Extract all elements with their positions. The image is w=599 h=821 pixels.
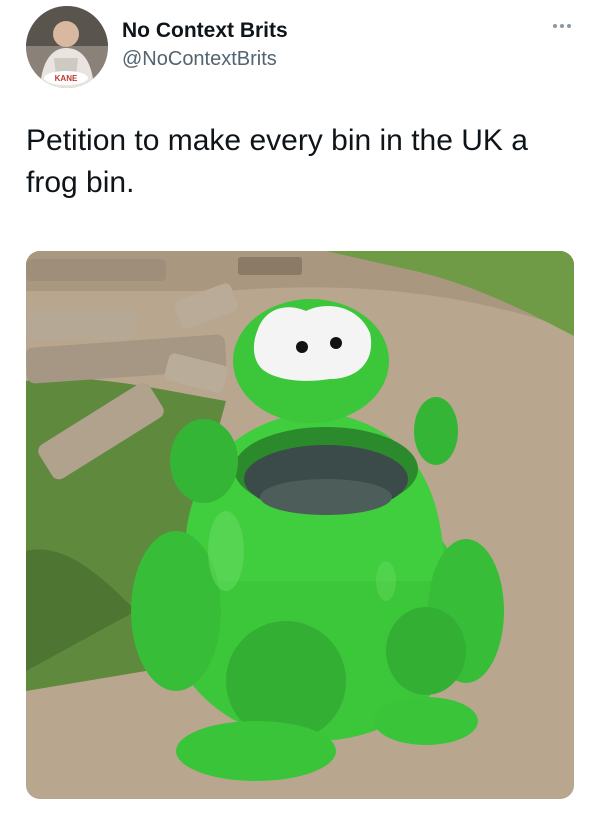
ellipsis-icon[interactable] — [541, 20, 571, 32]
handle[interactable]: @NoContextBrits — [122, 46, 288, 72]
dot — [567, 24, 571, 28]
tweet-header: KANE No Context Brits @NoContextBrits — [26, 6, 573, 88]
dot — [553, 24, 557, 28]
tweet-text: Petition to make every bin in the UK a f… — [26, 124, 528, 199]
frog-bin-photo-icon — [26, 251, 574, 799]
tweet-photo[interactable] — [26, 251, 574, 799]
display-name[interactable]: No Context Brits — [122, 18, 288, 44]
dot — [560, 24, 564, 28]
tweet-card: KANE No Context Brits @NoContextBrits Pe… — [0, 0, 599, 821]
profile-photo-icon: KANE — [26, 6, 108, 88]
avatar-caption: KANE — [55, 74, 78, 83]
avatar[interactable]: KANE — [26, 6, 108, 88]
author-names: No Context Brits @NoContextBrits — [122, 18, 288, 72]
